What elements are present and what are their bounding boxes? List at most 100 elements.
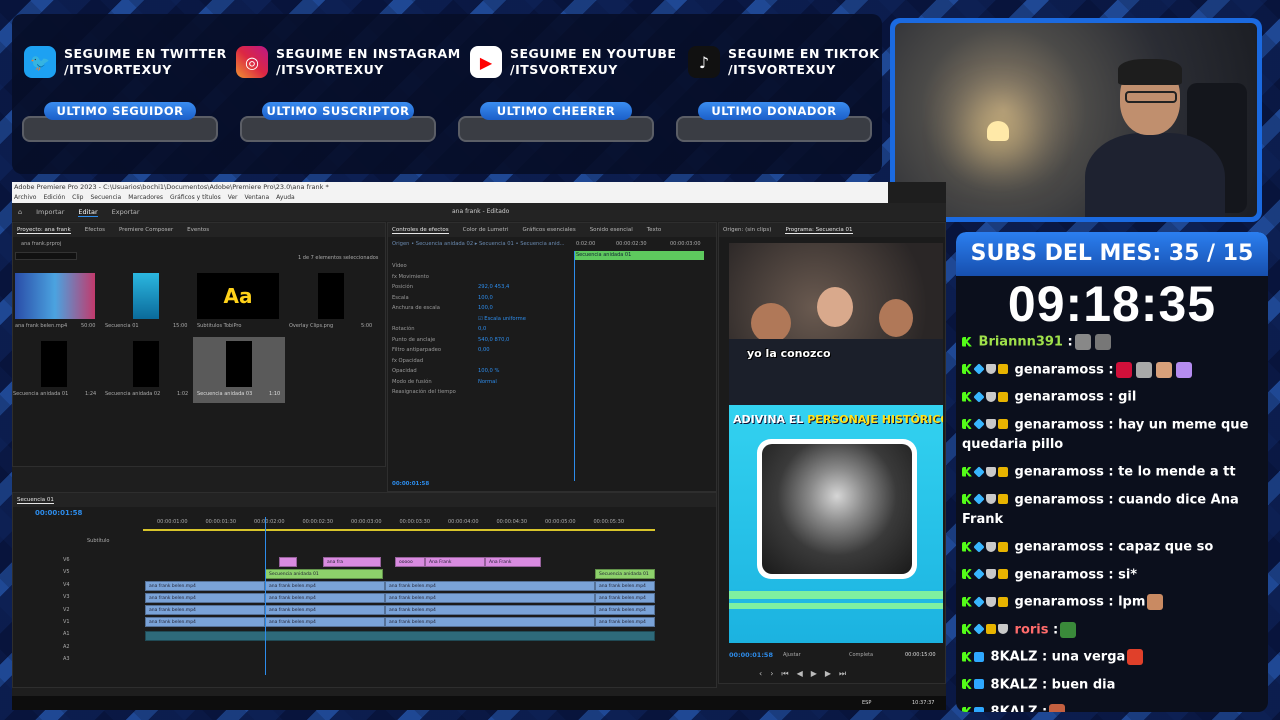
chat-username[interactable]: genaramoss xyxy=(1015,390,1104,405)
timeline-clip[interactable]: Ana Frank xyxy=(425,557,485,567)
effect-value[interactable]: 100,0 xyxy=(478,295,493,301)
effect-row[interactable]: Escala 100,0 xyxy=(392,295,493,301)
thumb-subtitulos[interactable]: Aa xyxy=(197,273,279,319)
menu-item[interactable]: Clip xyxy=(72,193,83,203)
menu-item[interactable]: Ver xyxy=(228,193,238,203)
thumb-overlay-clips[interactable] xyxy=(318,273,344,319)
effect-row[interactable]: fx Movimiento xyxy=(392,274,429,280)
menu-item[interactable]: Secuencia xyxy=(91,193,122,203)
effect-row[interactable]: Modo de fusión Normal xyxy=(392,379,497,385)
timeline-clip[interactable]: ana frank belen.mp4 xyxy=(385,581,595,591)
timeline-clip[interactable] xyxy=(279,557,297,567)
effect-row[interactable]: Vídeo xyxy=(392,263,407,269)
effect-clip-bar[interactable]: Secuencia anidada 01 xyxy=(574,251,704,260)
menu-item[interactable]: Ventana xyxy=(245,193,270,203)
chat-username[interactable]: genaramoss xyxy=(1015,417,1104,432)
chat-username[interactable]: 8KALZ xyxy=(991,705,1038,713)
thumb-anidada-02[interactable] xyxy=(133,341,159,387)
menu-item[interactable]: Ayuda xyxy=(276,193,295,203)
tab-sequence[interactable]: Secuencia 01 xyxy=(17,497,54,504)
chat-username[interactable]: Briannn391 xyxy=(979,335,1063,350)
timeline-clip[interactable]: ana frank belen.mp4 xyxy=(385,605,595,615)
project-search[interactable] xyxy=(15,252,77,260)
thumb-anidada-01[interactable] xyxy=(41,341,67,387)
timeline-clip[interactable]: ana frank belen.mp4 xyxy=(265,617,385,627)
track-label[interactable]: V5 xyxy=(63,569,70,575)
timeline-clip[interactable]: ana frank belen.mp4 xyxy=(145,617,265,627)
effect-row[interactable]: Posición 292,0 453,4 xyxy=(392,284,509,290)
timeline-clip[interactable]: ana frank belen.mp4 xyxy=(595,605,655,615)
tab-effects[interactable]: Efectos xyxy=(85,227,105,233)
tab-edit[interactable]: Editar xyxy=(78,208,98,217)
tab-text[interactable]: Texto xyxy=(647,227,662,233)
quality-select[interactable]: Completa xyxy=(849,652,873,658)
tab-effect-controls[interactable]: Controles de efectos xyxy=(392,227,449,234)
effect-value[interactable]: 540,0 870,0 xyxy=(478,337,509,343)
tab-export[interactable]: Exportar xyxy=(112,208,140,216)
effect-row[interactable]: Punto de anclaje 540,0 870,0 xyxy=(392,337,509,343)
effect-value[interactable]: 0,00 xyxy=(478,347,490,353)
timeline-clip[interactable]: ana frank belen.mp4 xyxy=(385,593,595,603)
thumb-secuencia-01[interactable] xyxy=(133,273,159,319)
transport-controls[interactable]: ‹›⏮◀▶▶⏭ xyxy=(759,669,854,679)
chat-username[interactable]: 8KALZ xyxy=(991,677,1038,692)
chat-username[interactable]: genaramoss xyxy=(1015,362,1104,377)
effect-row[interactable]: fx Opacidad xyxy=(392,358,423,364)
chat-username[interactable]: genaramoss xyxy=(1015,567,1104,582)
track-label[interactable]: A2 xyxy=(63,644,70,650)
timeline-clip[interactable]: Secuencia anidada 01 xyxy=(265,569,383,579)
tab-project[interactable]: Proyecto: ana frank xyxy=(17,227,71,234)
timeline-clip[interactable]: ana frank belen.mp4 xyxy=(145,605,265,615)
menu-item[interactable]: Archivo xyxy=(14,193,36,203)
chat-username[interactable]: genaramoss xyxy=(1015,595,1104,610)
menu-item[interactable]: Edición xyxy=(43,193,65,203)
effect-value[interactable]: 100,0 % xyxy=(478,368,499,374)
tab-program[interactable]: Programa: Secuencia 01 xyxy=(785,227,853,234)
track-label[interactable]: V1 xyxy=(63,619,70,625)
effect-value[interactable]: ☑ Escala uniforme xyxy=(478,316,526,322)
timeline-clip[interactable]: ooooo xyxy=(395,557,425,567)
track-label[interactable]: V6 xyxy=(63,557,70,563)
timeline-clip[interactable] xyxy=(145,631,655,641)
home-icon[interactable]: ⌂ xyxy=(18,208,22,216)
chat-username[interactable]: genaramoss xyxy=(1015,540,1104,555)
chat-username[interactable]: genaramoss xyxy=(1015,465,1104,480)
selected-item[interactable]: Secuencia anidada 03 1:10 xyxy=(193,337,285,403)
tab-premiere-composer[interactable]: Premiere Composer xyxy=(119,227,173,233)
effect-value[interactable]: Normal xyxy=(478,379,497,385)
menu-item[interactable]: Gráficos y títulos xyxy=(170,193,221,203)
timeline-clip[interactable]: ana fra xyxy=(323,557,381,567)
chat-username[interactable]: genaramoss xyxy=(1015,492,1104,507)
timeline-clip[interactable]: ana frank belen.mp4 xyxy=(145,593,265,603)
effect-row[interactable]: Reasignación del tiempo xyxy=(392,389,456,395)
effect-value[interactable]: 292,0 453,4 xyxy=(478,284,509,290)
menu-item[interactable]: Marcadores xyxy=(128,193,163,203)
effect-value[interactable]: 0,0 xyxy=(478,326,486,332)
zoom-select[interactable]: Ajustar xyxy=(783,652,801,658)
timeline-playhead[interactable] xyxy=(265,517,266,675)
track-label[interactable]: V2 xyxy=(63,607,70,613)
track-label[interactable]: A3 xyxy=(63,656,70,662)
timeline-clip[interactable]: ana frank belen.mp4 xyxy=(265,605,385,615)
timeline-clip[interactable]: ana frank belen.mp4 xyxy=(265,593,385,603)
effect-value[interactable]: 100,0 xyxy=(478,305,493,311)
track-label[interactable]: V4 xyxy=(63,582,70,588)
tab-essential-graphics[interactable]: Gráficos esenciales xyxy=(523,227,576,233)
timeline-clip[interactable]: ana frank belen.mp4 xyxy=(595,593,655,603)
timeline-clip[interactable]: Ana Frank xyxy=(485,557,541,567)
track-label[interactable]: V3 xyxy=(63,594,70,600)
timeline-clip[interactable]: ana frank belen.mp4 xyxy=(265,581,385,591)
tab-essential-sound[interactable]: Sonido esencial xyxy=(590,227,633,233)
chat-username[interactable]: roris xyxy=(1015,622,1049,637)
thumb-ana-frank-belen[interactable] xyxy=(15,273,95,319)
timeline-clip[interactable]: ana frank belen.mp4 xyxy=(595,617,655,627)
effect-row[interactable]: Filtro antiparpadeo 0,00 xyxy=(392,347,490,353)
effect-row[interactable]: Opacidad 100,0 % xyxy=(392,368,499,374)
tab-source[interactable]: Origen: (sin clips) xyxy=(723,227,771,233)
timeline-clip[interactable]: ana frank belen.mp4 xyxy=(595,581,655,591)
timeline-clip[interactable]: ana frank belen.mp4 xyxy=(145,581,265,591)
timeline-clip[interactable]: Secuencia anidada 01 xyxy=(595,569,655,579)
tab-import[interactable]: Importar xyxy=(36,208,64,216)
chat-username[interactable]: 8KALZ xyxy=(991,650,1038,665)
tab-events[interactable]: Eventos xyxy=(187,227,209,233)
